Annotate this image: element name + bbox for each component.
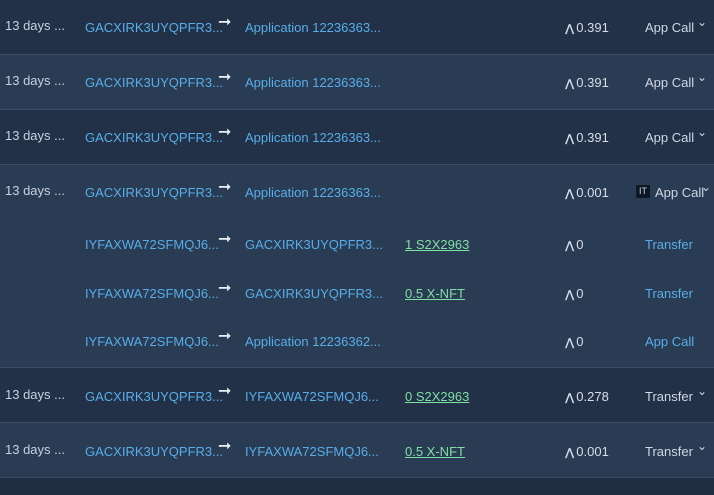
to-address-link[interactable]: IYFAXWA72SFMQJ6... <box>245 388 379 406</box>
to-address-link[interactable]: Application 12236363... <box>245 129 381 147</box>
chevron-down-icon[interactable]: ⌄ <box>697 384 707 398</box>
to-address-link[interactable]: IYFAXWA72SFMQJ6... <box>245 443 379 461</box>
fee-value: 0.001 <box>576 444 609 459</box>
fee-value: 0.001 <box>576 185 609 200</box>
to-address-link[interactable]: Application 12236363... <box>245 19 381 37</box>
type-label: App Call <box>655 185 705 200</box>
arrow-right-icon: ➞ <box>218 69 232 86</box>
fee-cell: ⋀ 0 <box>565 285 584 304</box>
fee-value: 0.391 <box>576 75 609 90</box>
chevron-down-icon[interactable]: ⌄ <box>697 125 707 139</box>
asset-amount-link[interactable]: 0.5 X-NFT <box>405 285 465 303</box>
fee-value: 0.278 <box>576 389 609 404</box>
fee-cell: ⋀ 0.278 <box>565 388 609 407</box>
table-row[interactable]: 13 days ... GACXIRK3UYQPFR3... ➞ Applica… <box>0 55 714 110</box>
fee-value: 0 <box>576 237 584 252</box>
algo-icon: ⋀ <box>565 337 574 349</box>
expanded-group-row[interactable]: 13 days ... GACXIRK3UYQPFR3... ➞ Applica… <box>0 165 714 368</box>
from-address-link[interactable]: IYFAXWA72SFMQJ6... <box>85 285 219 303</box>
fee-cell: ⋀ 0 <box>565 236 584 255</box>
age-cell: 13 days ... <box>5 387 65 402</box>
fee-value: 0 <box>576 286 584 301</box>
algo-icon: ⋀ <box>565 447 574 459</box>
algo-icon: ⋀ <box>565 188 574 200</box>
arrow-right-icon: ➞ <box>218 14 232 31</box>
fee-cell: ⋀ 0 <box>565 333 584 352</box>
asset-amount-link[interactable]: 1 S2X2963 <box>405 236 469 254</box>
type-cell: IT App Call <box>636 182 704 200</box>
from-address-link[interactable]: GACXIRK3UYQPFR3... <box>85 129 223 147</box>
age-cell: 13 days ... <box>5 73 65 88</box>
fee-value: 0.391 <box>576 130 609 145</box>
asset-amount-link[interactable]: 0.5 X-NFT <box>405 443 465 461</box>
fee-cell: ⋀ 0.391 <box>565 74 609 93</box>
group-parent-row[interactable]: 13 days ... GACXIRK3UYQPFR3... ➞ Applica… <box>0 179 714 236</box>
type-cell: App Call <box>645 75 695 90</box>
fee-value: 0.391 <box>576 20 609 35</box>
table-row[interactable]: 13 days ... GACXIRK3UYQPFR3... ➞ Applica… <box>0 0 714 55</box>
from-address-link[interactable]: GACXIRK3UYQPFR3... <box>85 19 223 37</box>
fee-cell: ⋀ 0.391 <box>565 129 609 148</box>
fee-cell: ⋀ 0.001 <box>565 184 609 203</box>
to-address-link[interactable]: Application 12236363... <box>245 74 381 92</box>
fee-cell: ⋀ 0.391 <box>565 19 609 38</box>
algo-icon: ⋀ <box>565 289 574 301</box>
arrow-right-icon: ➞ <box>218 231 232 248</box>
from-address-link[interactable]: GACXIRK3UYQPFR3... <box>85 388 223 406</box>
age-cell: 13 days ... <box>5 128 65 143</box>
type-cell: Transfer <box>645 389 693 404</box>
chevron-down-icon[interactable]: ⌄ <box>697 70 707 84</box>
table-row[interactable]: 13 days ... GACXIRK3UYQPFR3... ➞ IYFAXWA… <box>0 368 714 423</box>
inner-txn-row[interactable]: IYFAXWA72SFMQJ6... ➞ GACXIRK3UYQPFR3... … <box>0 281 714 334</box>
arrow-right-icon: ➞ <box>218 179 232 196</box>
type-link[interactable]: App Call <box>645 333 694 351</box>
algo-icon: ⋀ <box>565 78 574 90</box>
from-address-link[interactable]: IYFAXWA72SFMQJ6... <box>85 333 219 351</box>
type-link[interactable]: Transfer <box>645 236 693 254</box>
arrow-right-icon: ➞ <box>218 328 232 345</box>
type-cell: App Call <box>645 130 695 145</box>
algo-icon: ⋀ <box>565 392 574 404</box>
type-link[interactable]: Transfer <box>645 285 693 303</box>
to-address-link[interactable]: Application 12236363... <box>245 184 381 202</box>
from-address-link[interactable]: GACXIRK3UYQPFR3... <box>85 443 223 461</box>
inner-txn-row[interactable]: IYFAXWA72SFMQJ6... ➞ GACXIRK3UYQPFR3... … <box>0 232 714 285</box>
asset-amount-link[interactable]: 0 S2X2963 <box>405 388 469 406</box>
chevron-down-icon[interactable]: ⌄ <box>697 439 707 453</box>
age-cell: 13 days ... <box>5 18 65 33</box>
type-cell: App Call <box>645 20 695 35</box>
chevron-down-icon[interactable]: ⌄ <box>697 15 707 29</box>
inner-txn-badge: IT <box>636 185 650 198</box>
age-cell: 13 days ... <box>5 183 65 198</box>
age-cell: 13 days ... <box>5 442 65 457</box>
to-address-link[interactable]: GACXIRK3UYQPFR3... <box>245 236 383 254</box>
type-cell: Transfer <box>645 444 693 459</box>
fee-value: 0 <box>576 334 584 349</box>
table-row[interactable]: 13 days ... GACXIRK3UYQPFR3... ➞ Applica… <box>0 110 714 165</box>
fee-cell: ⋀ 0.001 <box>565 443 609 462</box>
transactions-table: 13 days ... GACXIRK3UYQPFR3... ➞ Applica… <box>0 0 714 478</box>
from-address-link[interactable]: GACXIRK3UYQPFR3... <box>85 74 223 92</box>
to-address-link[interactable]: Application 12236362... <box>245 333 381 351</box>
from-address-link[interactable]: GACXIRK3UYQPFR3... <box>85 184 223 202</box>
chevron-down-icon[interactable]: ⌄ <box>701 180 711 194</box>
algo-icon: ⋀ <box>565 240 574 252</box>
to-address-link[interactable]: GACXIRK3UYQPFR3... <box>245 285 383 303</box>
from-address-link[interactable]: IYFAXWA72SFMQJ6... <box>85 236 219 254</box>
algo-icon: ⋀ <box>565 133 574 145</box>
table-row[interactable]: 13 days ... GACXIRK3UYQPFR3... ➞ IYFAXWA… <box>0 423 714 478</box>
arrow-right-icon: ➞ <box>218 438 232 455</box>
arrow-right-icon: ➞ <box>218 124 232 141</box>
arrow-right-icon: ➞ <box>218 280 232 297</box>
algo-icon: ⋀ <box>565 23 574 35</box>
arrow-right-icon: ➞ <box>218 383 232 400</box>
